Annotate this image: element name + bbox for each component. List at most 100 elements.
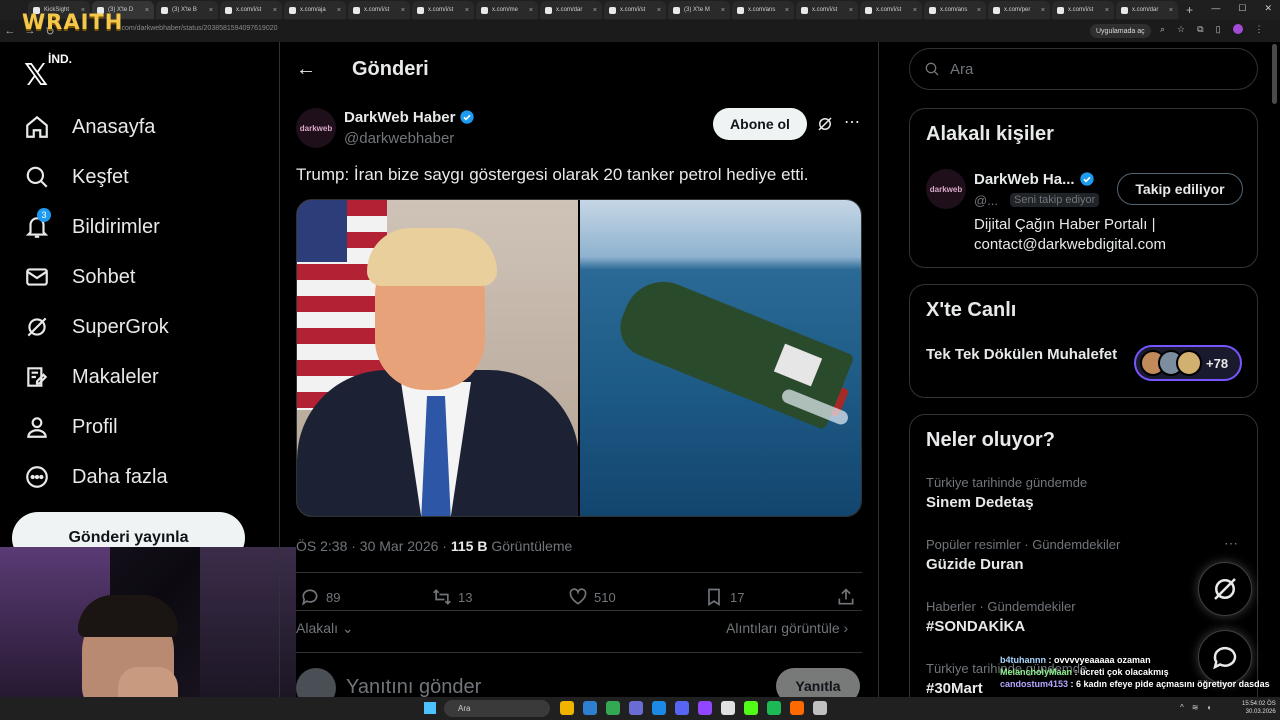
- browser-tab[interactable]: x.com/me ×: [476, 1, 538, 19]
- space-title[interactable]: Tek Tek Dökülen Muhalefet: [926, 345, 1126, 365]
- zoom-icon[interactable]: ⌕: [1160, 24, 1165, 35]
- browser-tab[interactable]: x.com/i/st ×: [220, 1, 282, 19]
- following-button[interactable]: Takip ediliyor: [1117, 173, 1243, 205]
- share-action[interactable]: [836, 587, 856, 607]
- new-tab-icon[interactable]: +: [1186, 3, 1193, 17]
- app-icon[interactable]: [813, 701, 827, 715]
- windows-start-icon[interactable]: [424, 702, 436, 714]
- trend-item[interactable]: Türkiye tarihinde gündemde Sinem Dedetaş: [926, 475, 1087, 511]
- spotify-icon[interactable]: [767, 701, 781, 715]
- close-icon[interactable]: ×: [593, 7, 597, 14]
- tweet-time[interactable]: ÖS 2:38 · 30 Mar 2026 ·: [296, 538, 451, 554]
- back-arrow-icon[interactable]: ←: [0, 25, 20, 37]
- nav-item-home[interactable]: Anasayfa: [24, 112, 155, 142]
- bookmark-action[interactable]: 17: [704, 587, 744, 607]
- close-icon[interactable]: ×: [209, 7, 213, 14]
- app-icon[interactable]: [721, 701, 735, 715]
- browser-tab[interactable]: x.com/i/st ×: [348, 1, 410, 19]
- trend-item[interactable]: Popüler resimler · Gündemdekiler Güzide D…: [926, 537, 1120, 573]
- app-icon[interactable]: [744, 701, 758, 715]
- browser-tab[interactable]: x.com/per ×: [988, 1, 1050, 19]
- profile-avatar[interactable]: [1232, 24, 1243, 34]
- person-name-row[interactable]: DarkWeb Ha...: [974, 171, 1095, 188]
- search-input[interactable]: Ara: [909, 48, 1258, 90]
- browser-tab[interactable]: x.com/i/st ×: [1052, 1, 1114, 19]
- space-listeners-pill[interactable]: +78: [1134, 345, 1242, 381]
- close-icon[interactable]: ×: [465, 7, 469, 14]
- x-logo-icon[interactable]: 𝕏: [24, 58, 48, 93]
- app-icon[interactable]: [790, 701, 804, 715]
- person-avatar[interactable]: darkweb: [926, 169, 966, 209]
- browser-tab[interactable]: (3) X'te B ×: [156, 1, 218, 19]
- nav-item-notifications[interactable]: 3 Bildirimler: [24, 208, 160, 242]
- reply-action[interactable]: 89: [300, 587, 340, 607]
- app-icon[interactable]: [629, 701, 643, 715]
- nav-item-supergrok[interactable]: SuperGrok: [24, 312, 169, 342]
- close-icon[interactable]: ×: [529, 7, 533, 14]
- close-icon[interactable]: ×: [721, 7, 725, 14]
- author-avatar[interactable]: darkweb: [296, 108, 336, 148]
- close-icon[interactable]: ×: [785, 7, 789, 14]
- file-explorer-icon[interactable]: [560, 701, 574, 715]
- taskbar-search[interactable]: Ara: [444, 700, 550, 717]
- more-options-icon[interactable]: ⋯: [844, 112, 861, 132]
- browser-tab[interactable]: x.com/aja ×: [284, 1, 346, 19]
- view-quotes-link[interactable]: Alıntıları görüntüle ›: [726, 620, 848, 636]
- close-window-icon[interactable]: ✕: [1264, 3, 1272, 14]
- app-icon[interactable]: [583, 701, 597, 715]
- browser-tab[interactable]: x.com/i/st ×: [796, 1, 858, 19]
- tanker-image[interactable]: [580, 200, 861, 516]
- volume-icon[interactable]: ◖: [1206, 703, 1211, 712]
- minimize-icon[interactable]: —: [1211, 3, 1220, 14]
- star-icon[interactable]: ☆: [1177, 24, 1185, 35]
- close-icon[interactable]: ×: [849, 7, 853, 14]
- browser-tab[interactable]: x.com/i/st ×: [860, 1, 922, 19]
- edge-icon[interactable]: [652, 701, 666, 715]
- close-icon[interactable]: ×: [401, 7, 405, 14]
- browser-tab[interactable]: (3) X'te M ×: [668, 1, 730, 19]
- nav-item-profile[interactable]: Profil: [24, 412, 118, 442]
- author-name-row[interactable]: DarkWeb Haber: [344, 109, 475, 126]
- back-arrow-icon[interactable]: ←: [296, 58, 316, 81]
- chrome-icon[interactable]: [606, 701, 620, 715]
- nav-item-chat[interactable]: Sohbet: [24, 262, 135, 292]
- sort-replies-dropdown[interactable]: Alakalı ⌄: [296, 620, 354, 637]
- trend-more-icon[interactable]: ⋯: [1224, 535, 1239, 552]
- close-icon[interactable]: ×: [1169, 7, 1173, 14]
- browser-tab[interactable]: x.com/ans ×: [924, 1, 986, 19]
- close-icon[interactable]: ×: [977, 7, 981, 14]
- browser-tab[interactable]: x.com/dar ×: [540, 1, 602, 19]
- wifi-icon[interactable]: ≋: [1192, 703, 1199, 712]
- author-handle[interactable]: @darkwebhaber: [344, 130, 454, 147]
- close-icon[interactable]: ×: [1105, 7, 1109, 14]
- browser-tab[interactable]: x.com/i/st ×: [412, 1, 474, 19]
- close-icon[interactable]: ×: [1041, 7, 1045, 14]
- like-action[interactable]: 510: [568, 587, 616, 607]
- close-icon[interactable]: ×: [337, 7, 341, 14]
- close-icon[interactable]: ×: [913, 7, 917, 14]
- chevron-up-icon[interactable]: ^: [1180, 703, 1184, 712]
- app-icon[interactable]: [698, 701, 712, 715]
- extensions-icon[interactable]: ⧉: [1197, 24, 1203, 35]
- portrait-image[interactable]: [297, 200, 578, 516]
- system-clock[interactable]: 15:54:02 ÖS 30.03.2026: [1242, 700, 1276, 716]
- trend-item[interactable]: Haberler · Gündemdekiler #SONDAKİKA: [926, 599, 1076, 635]
- subscribe-button[interactable]: Abone ol: [713, 108, 807, 140]
- person-handle[interactable]: @...: [974, 193, 998, 208]
- close-icon[interactable]: ×: [657, 7, 661, 14]
- browser-tab[interactable]: x.com/dar ×: [1116, 1, 1178, 19]
- repost-action[interactable]: 13: [432, 587, 472, 607]
- nav-item-explore[interactable]: Keşfet: [24, 162, 129, 192]
- grok-float-button[interactable]: [1198, 562, 1252, 616]
- scrollbar[interactable]: [1272, 44, 1277, 104]
- nav-item-articles[interactable]: Makaleler: [24, 362, 159, 392]
- browser-tab[interactable]: x.com/i/st ×: [604, 1, 666, 19]
- reply-input[interactable]: Yanıtını gönder: [346, 676, 481, 699]
- close-icon[interactable]: ×: [145, 7, 149, 14]
- maximize-icon[interactable]: ☐: [1238, 3, 1246, 14]
- tweet-media[interactable]: [296, 199, 862, 517]
- open-in-app-button[interactable]: Uygulamada aç: [1090, 24, 1151, 38]
- nav-item-more[interactable]: Daha fazla: [24, 462, 168, 492]
- menu-icon[interactable]: ⋮: [1255, 24, 1264, 35]
- sidebar-icon[interactable]: ▯: [1216, 24, 1221, 35]
